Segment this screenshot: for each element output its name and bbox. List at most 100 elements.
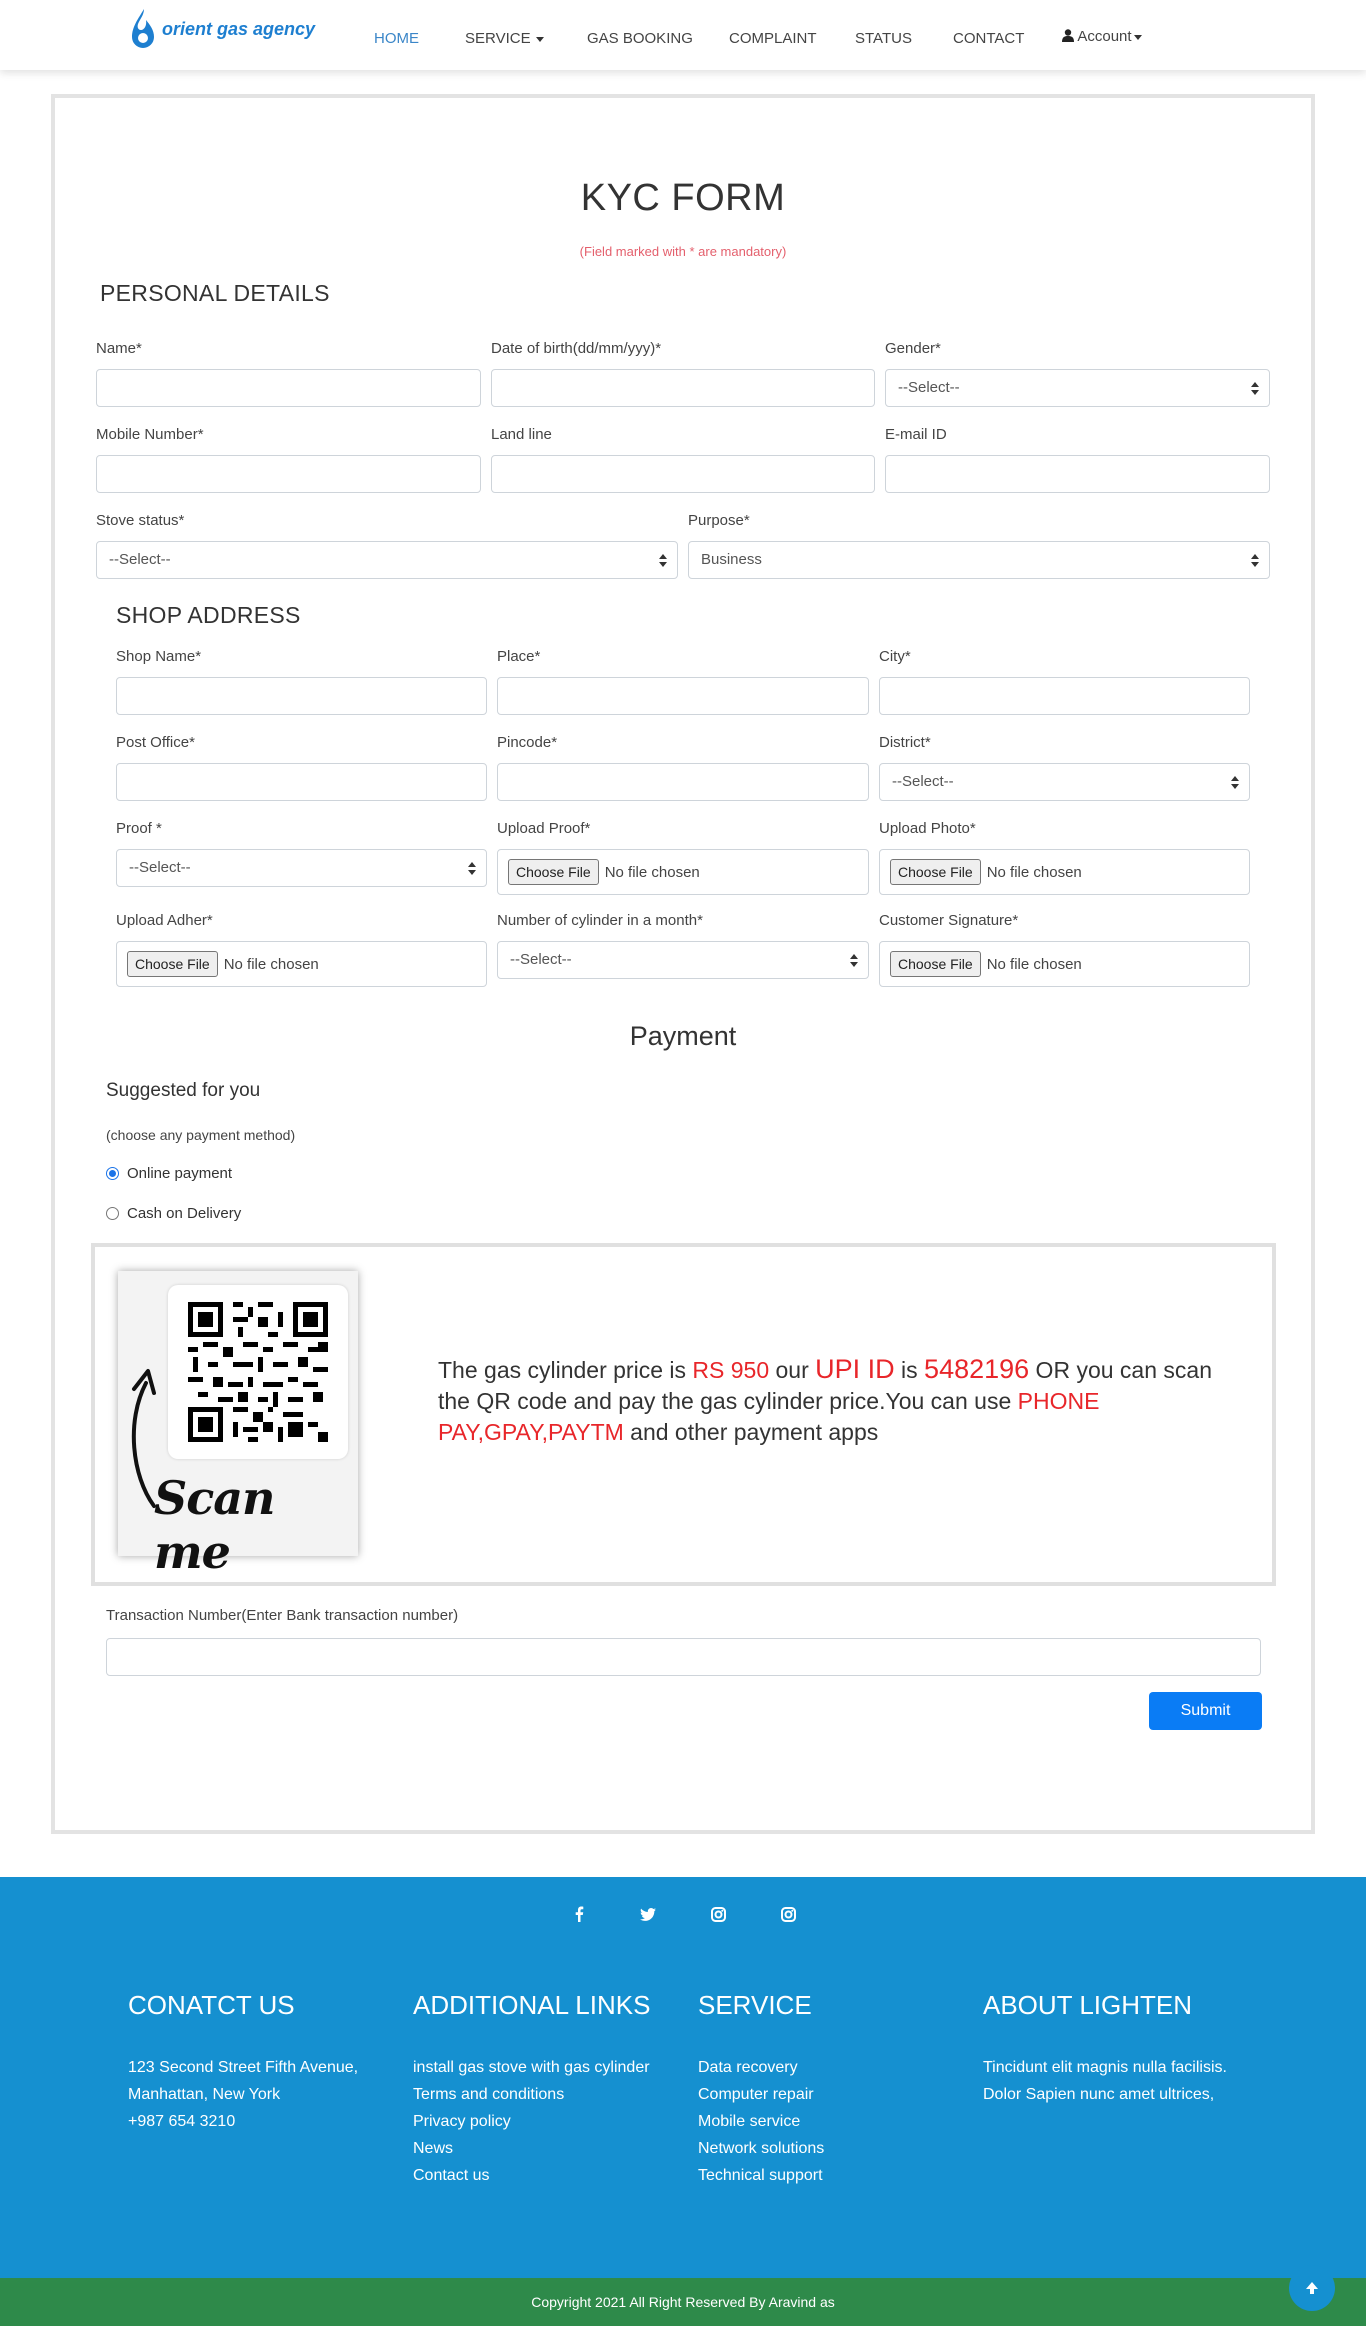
shop-name-input[interactable]	[116, 677, 487, 715]
payment-text: is	[894, 1357, 925, 1383]
footer-service-link[interactable]: Computer repair	[698, 2086, 814, 2104]
upload-proof-label: Upload Proof*	[497, 820, 591, 837]
upload-adher-label: Upload Adher*	[116, 912, 213, 929]
choose-file-button[interactable]: Choose File	[127, 951, 218, 977]
footer-link[interactable]: Terms and conditions	[413, 2086, 564, 2104]
upload-proof-input[interactable]: Choose File No file chosen	[497, 849, 869, 895]
proof-label: Proof *	[116, 820, 162, 837]
instagram-icon[interactable]	[707, 1903, 729, 1925]
footer-service-link[interactable]: Mobile service	[698, 2113, 800, 2131]
purpose-select[interactable]: Business	[688, 541, 1270, 579]
instagram-icon[interactable]	[777, 1903, 799, 1925]
footer-link[interactable]: Contact us	[413, 2167, 489, 2185]
suggested-heading: Suggested for you	[106, 1080, 261, 1101]
facebook-icon[interactable]	[568, 1903, 590, 1925]
arrow-up-icon	[1306, 2282, 1318, 2294]
footer-contact-heading: CONATCT US	[128, 1990, 295, 2020]
footer-links-heading: ADDITIONAL LINKS	[413, 1990, 651, 2020]
stove-status-value: --Select--	[109, 551, 171, 568]
nav-status[interactable]: STATUS	[855, 30, 912, 47]
upload-photo-label: Upload Photo*	[879, 820, 976, 837]
name-input[interactable]	[96, 369, 481, 407]
back-to-top-button[interactable]	[1289, 2265, 1335, 2311]
footer-contact-line: Manhattan, New York	[128, 2086, 281, 2103]
footer-service-heading: SERVICE	[698, 1990, 812, 2020]
nav-account-label: Account	[1077, 28, 1132, 45]
nav-service[interactable]: SERVICE	[465, 30, 544, 47]
footer-link[interactable]: Privacy policy	[413, 2113, 511, 2131]
select-arrows-icon	[468, 862, 476, 876]
upload-adher-input[interactable]: Choose File No file chosen	[116, 941, 487, 987]
select-arrows-icon	[850, 954, 858, 968]
footer-link[interactable]: News	[413, 2140, 453, 2158]
footer-link[interactable]: install gas stove with gas cylinder	[413, 2059, 650, 2077]
upi-id-highlight: 5482196	[924, 1354, 1030, 1384]
nav-home[interactable]: HOME	[374, 30, 419, 47]
scan-me-text: Scan me	[154, 1471, 275, 1579]
nav-account[interactable]: Account	[1062, 28, 1142, 45]
submit-button[interactable]: Submit	[1149, 1692, 1262, 1730]
footer-service-link[interactable]: Technical support	[698, 2167, 823, 2185]
footer-service-link[interactable]: Data recovery	[698, 2059, 798, 2077]
footer-about-line: Dolor Sapien nunc amet ultrices,	[983, 2086, 1215, 2103]
select-arrows-icon	[1251, 554, 1259, 568]
cylinders-select[interactable]: --Select--	[497, 941, 869, 979]
choose-file-button[interactable]: Choose File	[890, 951, 981, 977]
stove-status-label: Stove status*	[96, 512, 185, 529]
mandatory-note: (Field marked with * are mandatory)	[579, 244, 787, 259]
dob-input[interactable]	[491, 369, 875, 407]
landline-input[interactable]	[491, 455, 875, 493]
pincode-input[interactable]	[497, 763, 869, 801]
price-highlight: RS 950	[692, 1357, 770, 1383]
footer-about-line: Tincidunt elit magnis nulla facilisis.	[983, 2059, 1227, 2076]
email-input[interactable]	[885, 455, 1270, 493]
payment-instructions: The gas cylinder price is RS 950 our UPI…	[438, 1354, 1228, 1448]
place-input[interactable]	[497, 677, 869, 715]
choose-file-button[interactable]: Choose File	[508, 859, 599, 885]
cod-option[interactable]: Cash on Delivery	[106, 1205, 241, 1222]
qr-code-frame	[168, 1285, 348, 1459]
select-arrows-icon	[1231, 776, 1239, 790]
navbar: orient gas agency HOME SERVICE GAS BOOKI…	[0, 0, 1366, 70]
footer	[0, 1877, 1366, 2278]
upload-photo-input[interactable]: Choose File No file chosen	[879, 849, 1250, 895]
district-select[interactable]: --Select--	[879, 763, 1250, 801]
post-office-input[interactable]	[116, 763, 487, 801]
chevron-down-icon	[535, 36, 544, 42]
cod-radio[interactable]	[106, 1207, 119, 1220]
payment-hint: (choose any payment method)	[106, 1127, 296, 1143]
qr-card: Scan me	[118, 1271, 358, 1579]
mobile-label: Mobile Number*	[96, 426, 204, 443]
online-payment-option[interactable]: Online payment	[106, 1165, 232, 1182]
personal-details-heading: PERSONAL DETAILS	[100, 280, 330, 306]
qr-code-icon	[188, 1302, 328, 1442]
stove-status-select[interactable]: --Select--	[96, 541, 678, 579]
gender-select[interactable]: --Select--	[885, 369, 1270, 407]
gender-label: Gender*	[885, 340, 941, 357]
choose-file-button[interactable]: Choose File	[890, 859, 981, 885]
online-payment-radio[interactable]	[106, 1167, 119, 1180]
chevron-down-icon	[1133, 34, 1142, 40]
landline-label: Land line	[491, 426, 552, 443]
gender-value: --Select--	[898, 379, 960, 396]
nav-gas-booking[interactable]: GAS BOOKING	[587, 30, 693, 47]
select-arrows-icon	[659, 554, 667, 568]
nav-complaint[interactable]: COMPLAINT	[729, 30, 817, 47]
proof-select[interactable]: --Select--	[116, 849, 487, 887]
nav-contact[interactable]: CONTACT	[953, 30, 1024, 47]
place-label: Place*	[497, 648, 541, 665]
file-status: No file chosen	[604, 863, 700, 881]
nav-service-label: SERVICE	[465, 30, 531, 47]
payment-text: The gas cylinder price is	[438, 1357, 693, 1383]
city-input[interactable]	[879, 677, 1250, 715]
purpose-value: Business	[701, 551, 762, 568]
post-office-label: Post Office*	[116, 734, 195, 751]
transaction-input[interactable]	[106, 1638, 1261, 1676]
footer-service-link[interactable]: Network solutions	[698, 2140, 824, 2158]
proof-value: --Select--	[129, 859, 191, 876]
district-label: District*	[879, 734, 931, 751]
twitter-icon[interactable]	[637, 1903, 659, 1925]
signature-input[interactable]: Choose File No file chosen	[879, 941, 1250, 987]
mobile-input[interactable]	[96, 455, 481, 493]
footer-contact-line: 123 Second Street Fifth Avenue,	[128, 2059, 359, 2076]
